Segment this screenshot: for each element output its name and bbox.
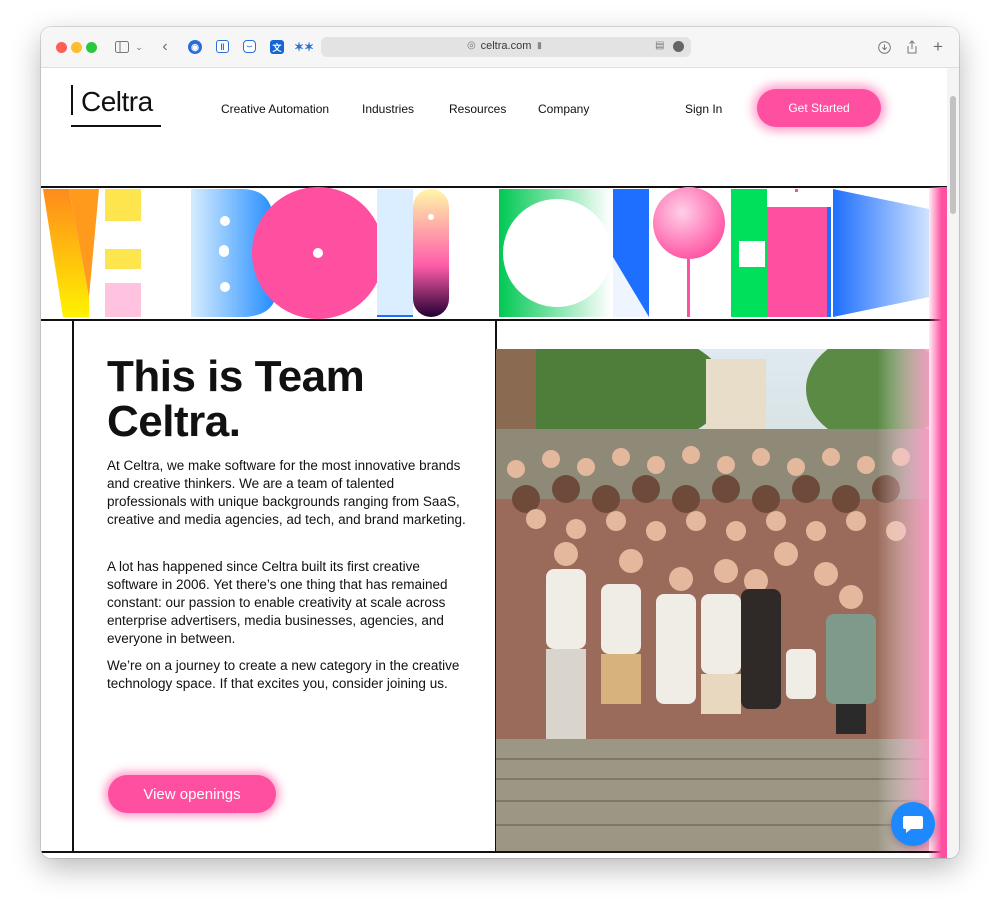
right-pink-gradient-edge — [929, 187, 947, 858]
lock-icon: ▮ — [537, 40, 542, 50]
nav-resources[interactable]: Resources — [449, 102, 506, 116]
page-scrollbar[interactable] — [947, 68, 959, 858]
web-page: Celtra Creative Automation Industries Re… — [41, 68, 959, 858]
be-bold-banner-graphic — [41, 187, 947, 319]
url-text: celtra.com — [480, 40, 532, 52]
minimize-window-button[interactable] — [71, 42, 82, 53]
chevron-down-icon[interactable]: ⌄ — [135, 38, 143, 56]
pocket-extension-icon[interactable]: ⌣ — [243, 40, 256, 53]
page-title: This is Team Celtra. — [107, 352, 365, 446]
nav-industries[interactable]: Industries — [362, 102, 414, 116]
translate-extension-icon[interactable]: 文 — [270, 40, 284, 54]
new-tab-icon[interactable]: + — [931, 37, 945, 56]
celtra-logo[interactable]: Celtra — [71, 85, 161, 129]
download-icon[interactable] — [877, 38, 891, 56]
chat-widget-button[interactable] — [891, 802, 935, 846]
left-frame-line — [72, 320, 74, 851]
intro-paragraph-3: We’re on a journey to create a new categ… — [107, 658, 460, 691]
intro-paragraph-2: A lot has happened since Celtra built it… — [107, 559, 448, 646]
zoom-window-button[interactable] — [86, 42, 97, 53]
browser-toolbar: ⌄ ‹ ◉ ‖ ⌣ 文 ✶✶ ◎ celtra.com ▮ ▤ + — [41, 27, 959, 68]
banner-bottom-rule — [41, 319, 947, 321]
intro-paragraph-1: At Celtra, we make software for the most… — [107, 458, 466, 527]
sidebar-icon[interactable] — [114, 38, 130, 56]
team-group-photo — [496, 349, 929, 851]
logo-bar — [71, 85, 73, 115]
logo-text: Celtra — [81, 86, 153, 117]
more-icon[interactable] — [673, 41, 684, 52]
sparkle-extension-icon[interactable]: ✶✶ — [294, 40, 314, 54]
chat-bubble-icon — [903, 816, 923, 833]
content-bottom-rule — [41, 851, 947, 853]
logo-underline — [71, 125, 161, 127]
scrollbar-thumb[interactable] — [950, 96, 956, 214]
nav-creative-automation[interactable]: Creative Automation — [221, 102, 329, 116]
browser-window: ⌄ ‹ ◉ ‖ ⌣ 文 ✶✶ ◎ celtra.com ▮ ▤ + Celtra… — [41, 27, 959, 858]
close-window-button[interactable] — [56, 42, 67, 53]
view-openings-button[interactable]: View openings — [108, 775, 276, 813]
get-started-button[interactable]: Get Started — [757, 89, 881, 127]
nav-company[interactable]: Company — [538, 102, 589, 116]
share-icon[interactable] — [905, 38, 919, 56]
sign-in-link[interactable]: Sign In — [685, 102, 722, 116]
back-icon[interactable]: ‹ — [159, 38, 171, 56]
reader-icon[interactable]: ▤ — [655, 40, 664, 51]
shield-extension-icon[interactable]: ‖ — [216, 40, 229, 53]
address-bar[interactable]: ◎ celtra.com ▮ ▤ — [321, 37, 691, 57]
privacy-extension-icon[interactable]: ◉ — [188, 40, 202, 54]
